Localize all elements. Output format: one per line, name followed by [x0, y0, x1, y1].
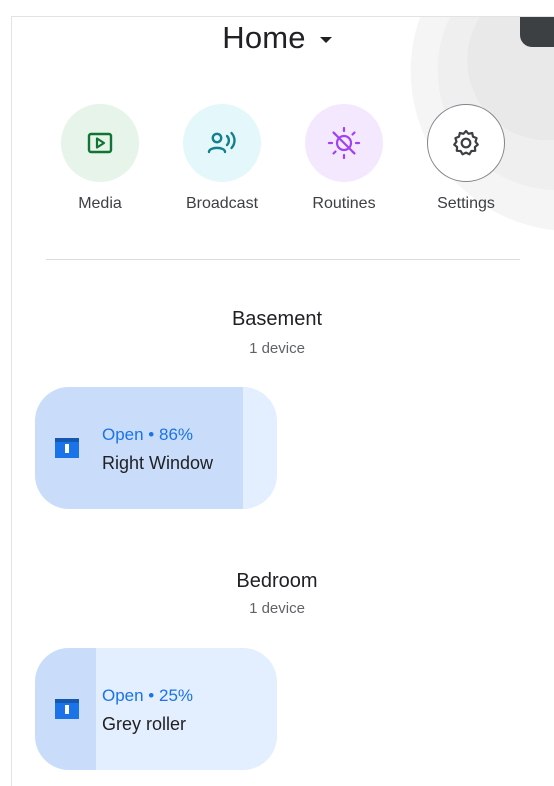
play-box-icon [87, 132, 113, 154]
room-title-basement: Basement [231, 308, 323, 330]
routines-icon-circle [305, 104, 383, 182]
quick-action-broadcast[interactable]: Broadcast [162, 104, 282, 213]
room-device-count: 1 device [249, 600, 305, 617]
gear-icon [453, 129, 479, 156]
quick-action-routines[interactable]: Routines [284, 104, 404, 213]
window-blind-icon [55, 438, 79, 458]
room-device-count: 1 device [249, 340, 305, 357]
quick-action-settings[interactable]: Settings [406, 104, 526, 213]
device-status: Open • 86% [102, 425, 194, 444]
sun-slash-icon [327, 126, 361, 160]
frame-border-left [11, 16, 12, 786]
quick-action-media[interactable]: Media [40, 104, 160, 213]
device-status: Open • 25% [102, 686, 194, 705]
quick-action-label: Media [78, 195, 122, 212]
section-divider [46, 259, 520, 260]
quick-action-label: Routines [312, 195, 376, 212]
quick-action-label: Broadcast [185, 195, 259, 212]
broadcast-icon-circle [183, 104, 261, 182]
media-icon-circle [61, 104, 139, 182]
settings-icon-circle [427, 104, 505, 182]
home-selector[interactable]: Home [0, 17, 554, 59]
device-name: Right Window [102, 453, 214, 473]
broadcast-person-icon [207, 131, 236, 154]
quick-action-label: Settings [437, 195, 495, 212]
room-title-bedroom: Bedroom [236, 570, 318, 592]
caret-down-icon [319, 37, 332, 43]
device-name: Grey roller [102, 714, 187, 734]
window-blind-icon [55, 699, 79, 719]
device-tile-right-window[interactable]: Open • 86% Right Window [35, 387, 277, 509]
device-tile-grey-roller[interactable]: Open • 25% Grey roller [35, 648, 277, 770]
page-title: Home [222, 20, 306, 55]
